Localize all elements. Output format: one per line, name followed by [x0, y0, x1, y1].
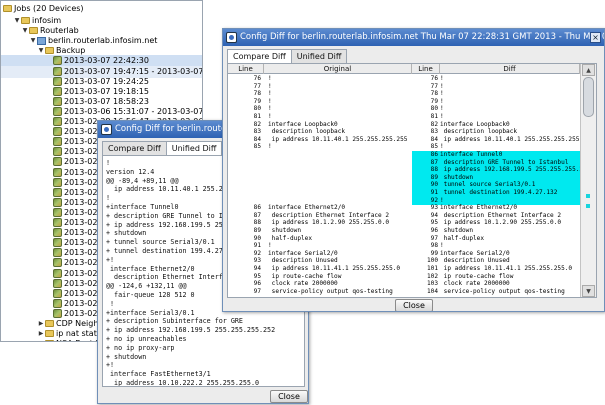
code-line: ip address 10.10.222.2 255.255.255.0: [106, 378, 259, 387]
config-icon: [53, 137, 62, 147]
config-icon: [53, 228, 62, 238]
config-icon: [53, 238, 62, 248]
config-icon: [53, 258, 62, 268]
tab-strip: Compare Diff Unified Diff: [227, 49, 348, 63]
tab-strip: Compare Diff Unified Diff: [102, 141, 223, 155]
config-icon: [53, 106, 62, 116]
scrollbar-thumb[interactable]: [583, 77, 594, 117]
config-icon: [53, 117, 62, 126]
tree-item-label: 2013-03-07 19:47:15 - 2013-03-07 22:28:3…: [64, 66, 203, 76]
tree-root-label: Jobs (20 Devices): [14, 4, 84, 13]
window-title-bar[interactable]: Config Diff for berlin.routerlab.infosim…: [223, 29, 604, 46]
cell-original: service-policy output qos-testing: [268, 287, 393, 295]
code-line: + no ip unreachables: [106, 334, 187, 343]
folder-icon: [45, 320, 54, 327]
scroll-up-icon[interactable]: ▲: [582, 64, 595, 76]
code-line: +!: [106, 361, 115, 370]
column-header-original[interactable]: Original: [264, 64, 412, 74]
diff-change-marker[interactable]: [586, 194, 590, 198]
tree-item-label: Routerlab: [40, 26, 79, 36]
window-title: Config Diff for berlin.routerlab.infosim…: [240, 32, 604, 42]
close-button[interactable]: Close: [395, 299, 433, 311]
folder-icon: [45, 47, 54, 55]
config-icon: [53, 308, 62, 318]
cell-diff: service-policy output qos-testing: [440, 287, 565, 295]
column-header-line-original[interactable]: Line: [228, 64, 264, 74]
code-line: + no ip proxy-arp: [106, 343, 175, 352]
config-icon: [53, 207, 62, 217]
app-icon: [101, 124, 112, 135]
tab-compare-diff[interactable]: Compare Diff: [227, 49, 292, 63]
folder-icon: [3, 5, 12, 12]
config-icon: [53, 96, 62, 106]
config-icon: [53, 298, 62, 308]
config-icon: [53, 66, 62, 76]
tree-item-label: Backup: [56, 46, 86, 56]
table-header: Line Original Line Diff: [228, 64, 580, 74]
column-header-line-diff[interactable]: Line: [412, 64, 440, 74]
code-line: + description Subinterface for GRE: [106, 317, 243, 326]
config-icon: [53, 248, 62, 258]
compare-diff-table: Line Original Line Diff 76! 76! 77! 77! 78! 7…: [227, 63, 597, 298]
config-icon: [53, 288, 62, 298]
folder-icon: [45, 340, 54, 341]
config-icon: [53, 56, 62, 66]
close-button[interactable]: Close: [270, 390, 308, 403]
expand-icon[interactable]: ▶: [37, 338, 45, 341]
tree-item-label: 2013-03-07 19:18:15: [64, 86, 149, 96]
tree-item-label: infosim: [32, 16, 62, 25]
config-icon: [53, 187, 62, 197]
column-header-diff[interactable]: Diff: [440, 64, 580, 74]
vertical-scrollbar[interactable]: ▲ ▼: [580, 64, 596, 297]
cell-line-original: 97: [253, 287, 261, 295]
folder-icon: [29, 27, 38, 35]
diff-rows[interactable]: 76! 76! 77! 77! 78! 78! 79! 79! 80! 80! 81! 81! 82 in…: [228, 75, 580, 297]
tab-compare-diff[interactable]: Compare Diff: [102, 141, 167, 155]
diff-row[interactable]: 97 service-policy output qos-testing 104 …: [228, 288, 580, 296]
code-line: interface FastEthernet3/1: [106, 370, 211, 379]
config-icon: [53, 86, 62, 96]
device-icon: [37, 37, 46, 46]
tree-item-label: berlin.routerlab.infosim.net: [48, 36, 158, 46]
config-icon: [53, 147, 62, 157]
tab-unified-diff[interactable]: Unified Diff: [290, 49, 348, 63]
config-diff-compare-window: Config Diff for berlin.routerlab.infosim…: [222, 28, 605, 312]
config-icon: [53, 268, 62, 278]
diff-change-marker[interactable]: [586, 204, 590, 208]
tree-item-label: 2013-03-07 22:42:30: [64, 56, 149, 66]
code-line: + shutdown: [106, 352, 147, 361]
tree-item-label: 2013-03-07 19:24:25: [64, 76, 149, 86]
config-icon: [53, 177, 62, 187]
tree-root[interactable]: Jobs (20 Devices): [3, 3, 84, 15]
config-icon: [53, 157, 62, 167]
folder-icon: [45, 330, 54, 338]
folder-icon: [21, 17, 30, 24]
config-icon: [53, 197, 62, 207]
config-icon: [53, 76, 62, 86]
code-line: + ip address 192.168.199.5 255.255.255.2…: [106, 326, 276, 335]
tree-item-label: 2013-03-06 15:31:07 - 2013-03-07 18:42:1…: [64, 106, 203, 116]
app-icon: [226, 32, 237, 43]
config-icon: [53, 127, 62, 137]
tree-item-label: 2013-03-07 18:58:23: [64, 96, 149, 106]
config-icon: [53, 167, 62, 177]
tab-unified-diff[interactable]: Unified Diff: [165, 141, 223, 155]
config-icon: [53, 218, 62, 227]
scroll-down-icon[interactable]: ▼: [582, 285, 595, 297]
config-icon: [53, 278, 62, 288]
close-window-icon[interactable]: ×: [590, 32, 601, 43]
cell-line-diff: 104: [426, 287, 438, 295]
